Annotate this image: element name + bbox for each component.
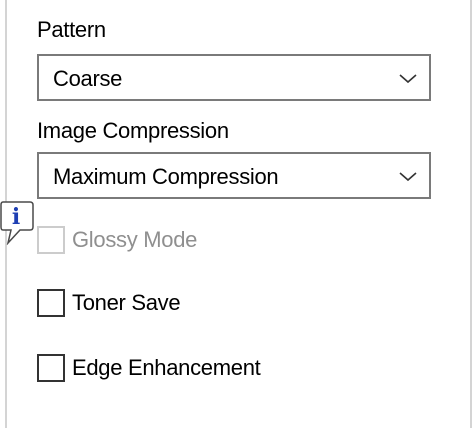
glossy-mode-checkbox	[37, 226, 65, 254]
chevron-down-icon	[399, 74, 417, 84]
pattern-label: Pattern	[37, 17, 106, 42]
info-icon[interactable]: i	[0, 199, 36, 245]
image-compression-select[interactable]: Maximum Compression	[37, 152, 431, 199]
glossy-mode-label: Glossy Mode	[72, 227, 198, 252]
pattern-selected-value: Coarse	[53, 66, 123, 91]
pattern-select[interactable]: Coarse	[37, 54, 431, 101]
edge-enhancement-checkbox[interactable]	[37, 354, 65, 382]
toner-save-checkbox[interactable]	[37, 289, 65, 317]
panel-right-border	[470, 0, 472, 428]
chevron-down-icon	[399, 172, 417, 182]
print-settings-panel: Pattern Coarse Image Compression Maximum…	[0, 0, 474, 428]
image-compression-selected-value: Maximum Compression	[53, 164, 279, 189]
svg-text:i: i	[12, 204, 20, 230]
toner-save-label[interactable]: Toner Save	[72, 289, 181, 317]
image-compression-label: Image Compression	[37, 118, 229, 143]
edge-enhancement-label[interactable]: Edge Enhancement	[72, 354, 261, 382]
